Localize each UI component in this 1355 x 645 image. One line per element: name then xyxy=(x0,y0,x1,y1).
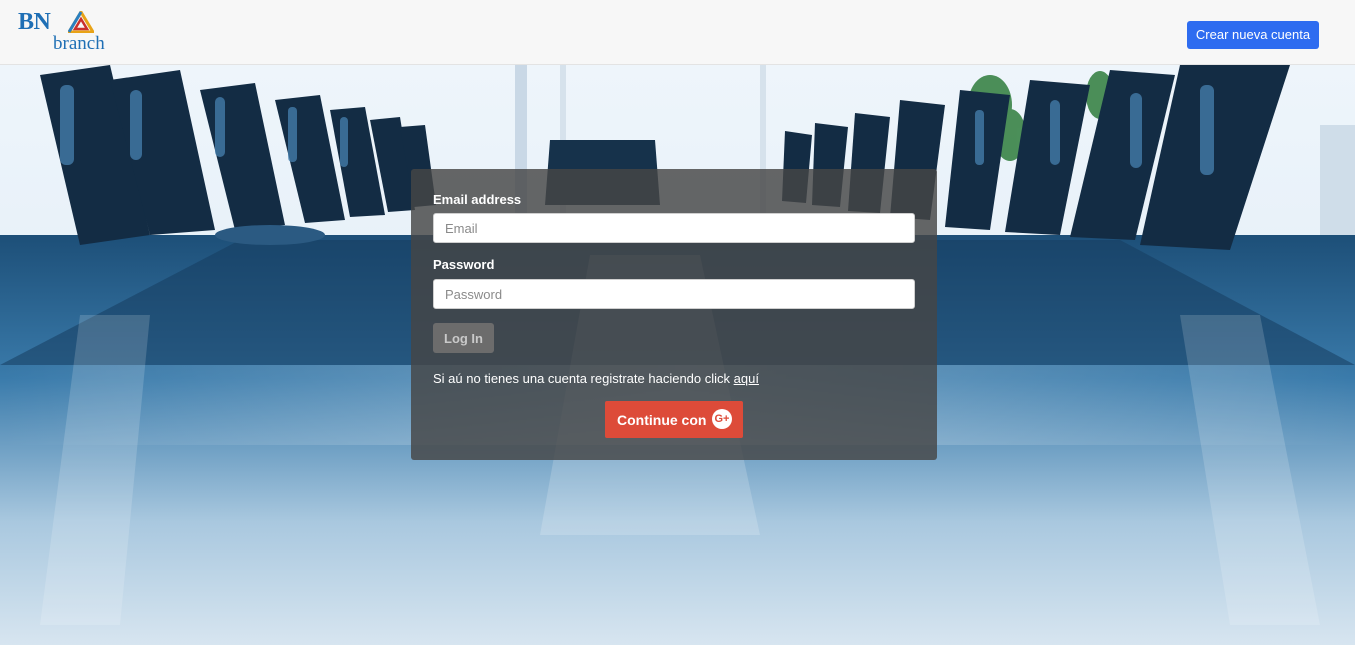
create-account-button[interactable]: Crear nueva cuenta xyxy=(1187,21,1319,49)
top-navbar: BN branch Crear nueva cuenta xyxy=(0,0,1355,65)
register-link[interactable]: aquí xyxy=(734,371,759,386)
login-button[interactable]: Log In xyxy=(433,323,494,353)
logo-subtext: branch xyxy=(53,33,105,54)
login-panel: Email address Password Log In Si aú no t… xyxy=(411,169,937,460)
google-button-label: Continue con xyxy=(617,412,707,428)
google-login-button[interactable]: Continue con G+ xyxy=(605,401,743,438)
login-page: BN branch Crear nueva cuenta Email addre… xyxy=(0,0,1355,645)
register-hint-text: Si aú no tienes una cuenta registrate ha… xyxy=(433,371,734,386)
logo-text: BN xyxy=(18,9,51,35)
google-plus-icon: G+ xyxy=(712,409,732,429)
email-input[interactable] xyxy=(433,213,915,243)
password-input[interactable] xyxy=(433,279,915,309)
email-label: Email address xyxy=(433,192,522,207)
brand-logo[interactable]: BN branch xyxy=(18,9,118,55)
password-label: Password xyxy=(433,257,495,272)
register-hint: Si aú no tienes una cuenta registrate ha… xyxy=(433,371,759,386)
logo-triangle-icon xyxy=(68,11,94,33)
